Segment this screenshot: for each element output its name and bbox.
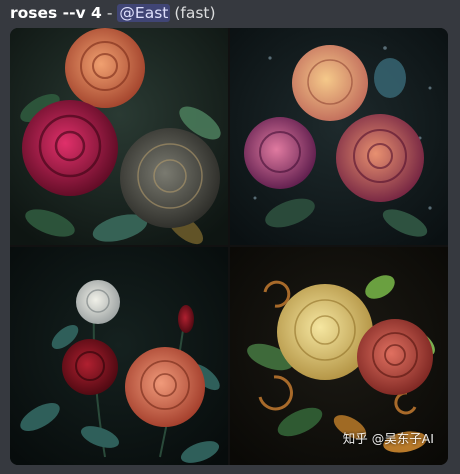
watermark-text: 知乎 @吴东子AI <box>342 431 434 446</box>
image-tile-1[interactable] <box>10 28 228 245</box>
generation-mode: (fast) <box>174 4 216 22</box>
prompt-text: roses --v 4 <box>10 4 102 22</box>
image-tile-3[interactable] <box>10 247 228 465</box>
image-grid[interactable]: 知乎 @吴东子AI <box>10 28 448 465</box>
user-mention[interactable]: @East <box>117 4 171 22</box>
watermark: 知乎 @吴东子AI <box>343 428 434 447</box>
image-tile-2[interactable] <box>230 28 448 245</box>
separator: - <box>106 4 113 22</box>
message-header: roses --v 4 - @East (fast) <box>10 2 216 24</box>
